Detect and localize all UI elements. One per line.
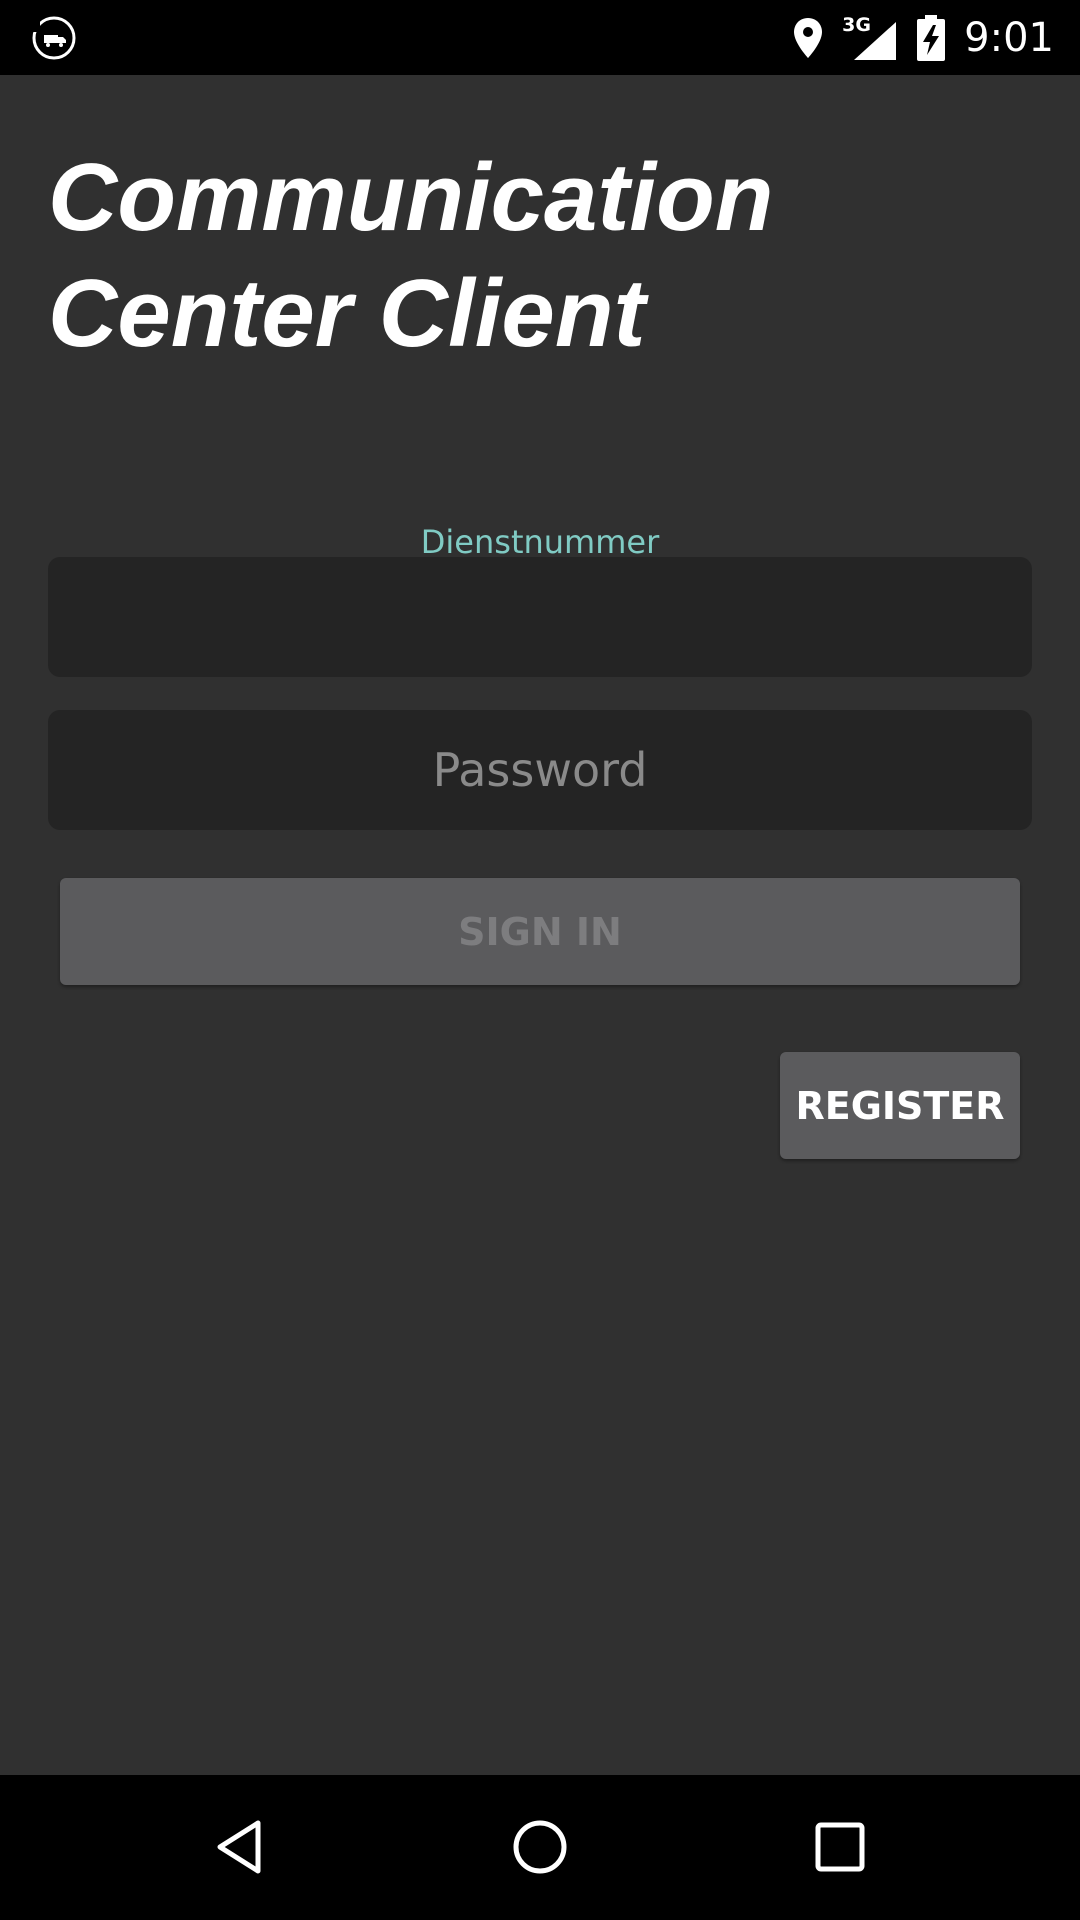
login-screen: Communication Center Client Dienstnummer… xyxy=(0,75,1080,1775)
app-title-line-1: Communication xyxy=(48,144,774,251)
status-icons: 3G 9:01 xyxy=(792,0,1054,75)
status-time: 9:01 xyxy=(964,14,1054,61)
app-notification-icon xyxy=(30,16,76,60)
password-field[interactable] xyxy=(48,710,1032,830)
recents-button[interactable] xyxy=(804,1811,876,1883)
location-icon xyxy=(794,17,823,58)
navigation-bar xyxy=(0,1775,1080,1920)
battery-charging-icon xyxy=(917,14,946,61)
home-icon xyxy=(513,1820,567,1874)
sign-in-button[interactable]: SIGN IN xyxy=(60,878,1020,985)
app-title-line-2: Center Client xyxy=(48,260,646,367)
signal-icon: 3G xyxy=(842,14,898,62)
service-number-label: Dienstnummer xyxy=(420,523,660,561)
status-bar: 3G 9:01 xyxy=(0,0,1080,75)
register-button[interactable]: REGISTER xyxy=(780,1052,1020,1159)
home-button[interactable] xyxy=(504,1811,576,1883)
back-icon xyxy=(217,1820,261,1874)
app-title: Communication Center Client xyxy=(48,140,948,372)
back-button[interactable] xyxy=(204,1811,276,1883)
recents-icon xyxy=(815,1822,865,1872)
service-number-field[interactable] xyxy=(48,557,1032,677)
